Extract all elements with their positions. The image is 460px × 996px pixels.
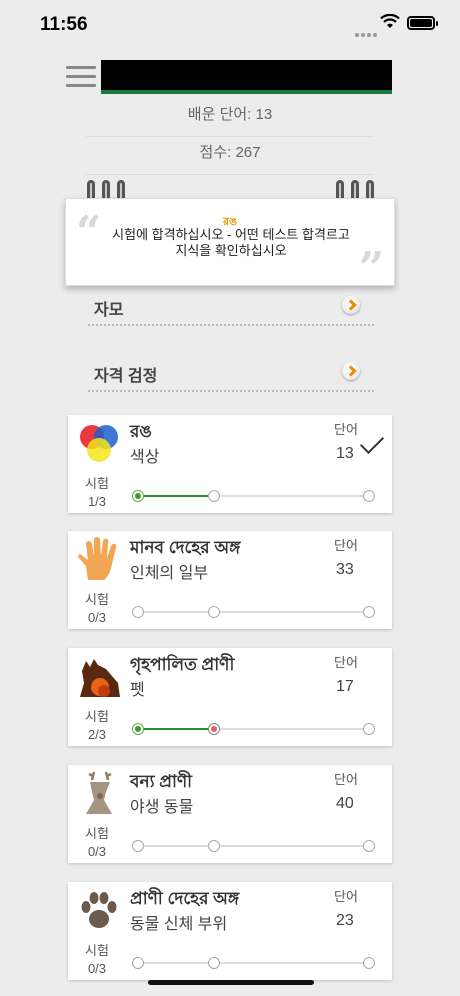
paw-icon [81,892,117,928]
progress-node [363,840,375,852]
progress-node [363,490,375,502]
close-quote-icon: ” [358,243,384,294]
category-title-ko: 야생 동물 [130,799,194,816]
progress-node [132,723,144,735]
category-card-pets[interactable]: 시험 2/3 গৃহপালিত প্রাণী 펫 단어 17 [68,648,392,746]
test-progress: 시험 0/3 [85,592,109,625]
learned-words-count: 배운 단어: 13 [86,103,374,137]
word-label: 단어 [334,772,358,787]
deer-icon [86,771,112,814]
progress-fill [138,728,214,730]
category-card-wild-animals[interactable]: 시험 0/3 বন্য প্রাণী 야생 동물 단어 40 [68,765,392,863]
ad-banner[interactable] [101,60,392,94]
nav-qualification-test[interactable]: 자격 검정 [88,358,374,392]
word-label: 단어 [334,538,358,553]
progress-node [132,606,144,618]
category-title-ko: 동물 신체 부위 [130,916,228,933]
score-display: 점수: 267 [86,141,374,175]
status-bar: 11:56 [0,0,460,50]
category-title-ko: 펫 [130,682,145,699]
word-label: 단어 [334,655,358,670]
status-time: 11:56 [40,14,88,35]
wifi-icon [380,14,400,28]
category-card-body-parts[interactable]: 시험 0/3 মানব দেহের অঙ্গ 인체의 일부 단어 33 [68,531,392,629]
test-progress: 시험 1/3 [85,476,109,509]
chevron-right-icon [342,362,360,380]
category-title-bn: গৃহপালিত প্রাণী [130,655,235,674]
progress-node [132,490,144,502]
tip-text: 시험에 합격하십시오 - 어떤 테스트 합격르고 지식을 확인하십시오 [112,227,350,258]
signal-icon [355,24,379,42]
category-card-colors[interactable]: 시험 1/3 রঙ 색상 단어 13 [68,415,392,513]
word-label: 단어 [334,889,358,904]
hand-icon [78,537,117,580]
word-count: 33 [336,561,354,578]
chevron-right-icon [342,296,360,314]
nav-alphabet-label: 자모 [94,302,124,319]
progress-node [363,723,375,735]
category-title-ko: 인체의 일부 [130,565,209,582]
test-progress: 시험 2/3 [85,709,109,742]
battery-icon [407,16,438,30]
word-count: 13 [336,445,354,462]
progress-track [132,957,375,969]
category-card-animal-body-parts[interactable]: 시험 0/3 প্রাণী দেহের অঙ্গ 동물 신체 부위 단어 23 [68,882,392,980]
progress-track [132,606,375,618]
progress-node [363,957,375,969]
progress-node [132,840,144,852]
progress-fill [138,495,214,497]
progress-node [208,723,220,735]
test-progress: 시험 0/3 [85,826,109,859]
menu-button[interactable] [66,66,96,88]
tip-card: “ ” রঙ 시험에 합격하십시오 - 어떤 테스트 합격르고 지식을 확인하십… [65,198,395,294]
progress-node [208,606,220,618]
word-count: 40 [336,795,354,812]
nav-alphabet[interactable]: 자모 [88,292,374,326]
home-indicator[interactable] [148,980,314,985]
progress-track [132,723,375,735]
checkmark-icon [359,429,385,455]
progress-track [132,840,375,852]
progress-node [208,840,220,852]
word-count: 17 [336,678,354,695]
progress-node [132,957,144,969]
nav-qualification-test-label: 자격 검정 [94,368,158,385]
word-count: 23 [336,912,354,929]
word-label: 단어 [334,422,358,437]
pets-icon [80,659,120,697]
progress-node [208,957,220,969]
progress-track [132,490,375,502]
category-title-ko: 색상 [130,449,160,466]
test-progress: 시험 0/3 [85,943,109,976]
progress-node [363,606,375,618]
color-wheel-icon [80,425,118,462]
progress-node [208,490,220,502]
